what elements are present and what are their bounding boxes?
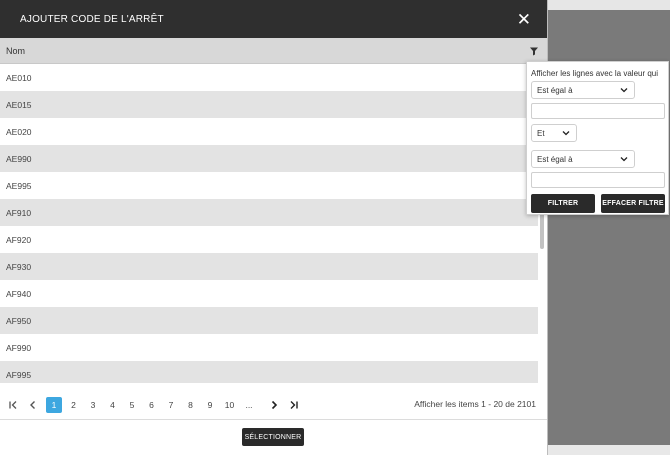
row-code: AE010 <box>6 72 32 83</box>
table-row[interactable]: AF920 <box>0 226 538 253</box>
row-code: AE990 <box>6 153 32 164</box>
filter-icon[interactable] <box>529 46 539 56</box>
page-2[interactable]: 2 <box>66 397 82 413</box>
page-7[interactable]: 7 <box>163 397 179 413</box>
filter-value-1-input[interactable] <box>531 103 665 119</box>
row-code: AF920 <box>6 234 32 245</box>
table-row[interactable]: AF930 <box>0 253 538 280</box>
filter-value-2-input[interactable] <box>531 172 665 188</box>
pager-info: Afficher les items 1 - 20 de 2101 <box>414 399 536 409</box>
row-code: AF950 <box>6 315 32 326</box>
page-6[interactable]: 6 <box>144 397 160 413</box>
stop-code-grid: Nom AE010 AE015 AE020 AE990 AE995 AF910 AF920 A… <box>0 38 547 383</box>
table-row[interactable]: AF990 <box>0 334 538 361</box>
footer-divider <box>0 419 547 420</box>
logic-dropdown[interactable]: Et <box>531 124 577 142</box>
clear-filter-button[interactable]: EFFACER FILTRE <box>601 194 665 213</box>
table-row[interactable]: AF995 <box>0 361 538 383</box>
table-row[interactable]: AE010 <box>0 64 538 91</box>
dialog-title: AJOUTER CODE DE L'ARRÊT <box>20 13 164 25</box>
grid-header: Nom <box>0 38 547 64</box>
pager: 1 2 3 4 5 6 7 8 9 10... Afficher les items 1 - 20… <box>0 390 547 420</box>
row-code: AF910 <box>6 207 32 218</box>
filter-menu: Afficher les lignes avec la valeur qui E… <box>526 61 669 215</box>
page-1[interactable]: 1 <box>46 397 62 413</box>
filter-heading: Afficher les lignes avec la valeur qui <box>531 69 659 78</box>
page-9[interactable]: 9 <box>202 397 218 413</box>
table-row[interactable]: AE990 <box>0 145 538 172</box>
operator-2-value: Est égal à <box>537 154 573 164</box>
row-code: AE015 <box>6 99 32 110</box>
filter-button[interactable]: FILTRER <box>531 194 595 213</box>
chevron-down-icon <box>562 131 570 136</box>
row-code: AF940 <box>6 288 32 299</box>
last-page-icon[interactable] <box>287 398 301 412</box>
page-4[interactable]: 4 <box>105 397 121 413</box>
prev-page-icon[interactable] <box>26 398 40 412</box>
chevron-down-icon <box>620 157 628 162</box>
operator-1-dropdown[interactable]: Est égal à <box>531 81 635 99</box>
select-button[interactable]: SÉLECTIONNER <box>242 428 304 446</box>
table-row[interactable]: AF910 <box>0 199 538 226</box>
add-stop-code-dialog: AJOUTER CODE DE L'ARRÊT ✕ Nom AE010 AE015… <box>0 0 548 455</box>
table-row[interactable]: AE995 <box>0 172 538 199</box>
page-10[interactable]: 10 <box>222 397 238 413</box>
page-8[interactable]: 8 <box>183 397 199 413</box>
dialog-header: AJOUTER CODE DE L'ARRÊT ✕ <box>0 0 547 38</box>
row-code: AF990 <box>6 342 32 353</box>
table-row[interactable]: AF950 <box>0 307 538 334</box>
operator-1-value: Est égal à <box>537 85 573 95</box>
row-code: AE995 <box>6 180 32 191</box>
close-icon[interactable]: ✕ <box>517 11 531 28</box>
row-code: AF930 <box>6 261 32 272</box>
table-row[interactable]: AE015 <box>0 91 538 118</box>
row-code: AF995 <box>6 369 32 380</box>
logic-value: Et <box>537 128 545 138</box>
column-header-nom[interactable]: Nom <box>6 46 25 56</box>
page-3[interactable]: 3 <box>85 397 101 413</box>
next-page-icon[interactable] <box>267 398 281 412</box>
table-row[interactable]: AE020 <box>0 118 538 145</box>
operator-2-dropdown[interactable]: Est égal à <box>531 150 635 168</box>
page-ellipsis[interactable]: ... <box>241 397 257 413</box>
table-row[interactable]: AF940 <box>0 280 538 307</box>
grid-body[interactable]: AE010 AE015 AE020 AE990 AE995 AF910 AF920 AF930… <box>0 64 547 383</box>
first-page-icon[interactable] <box>6 398 20 412</box>
row-code: AE020 <box>6 126 32 137</box>
page-5[interactable]: 5 <box>124 397 140 413</box>
chevron-down-icon <box>620 88 628 93</box>
